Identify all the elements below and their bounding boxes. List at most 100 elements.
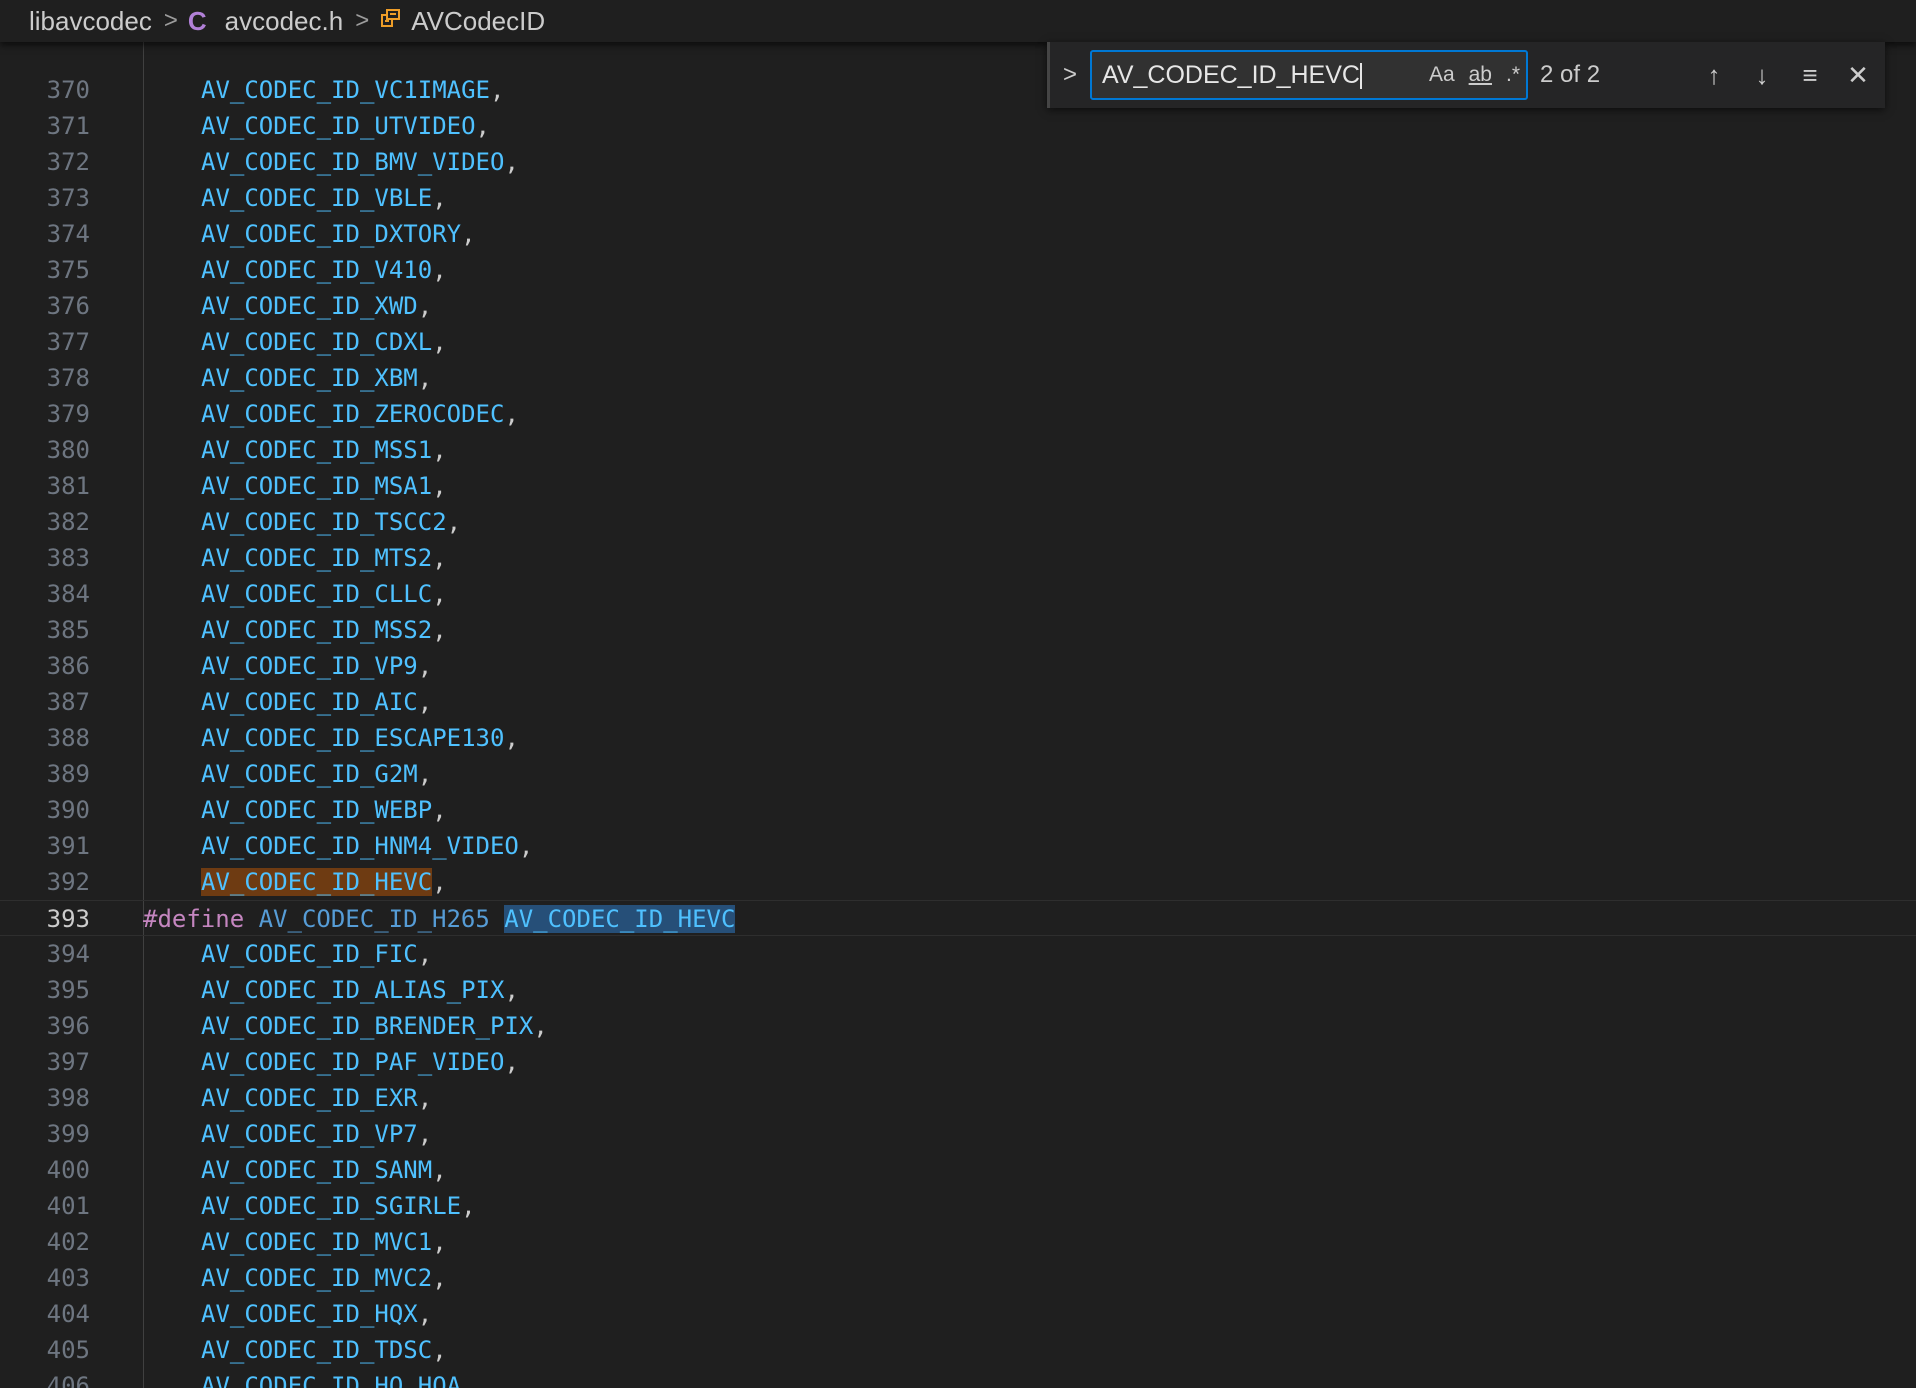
comma: , (417, 1084, 433, 1112)
previous-match-icon[interactable]: ↑ (1690, 55, 1738, 95)
code-text: AV_CODEC_ID_CDXL, (201, 324, 447, 360)
code-text: AV_CODEC_ID_G2M, (201, 756, 432, 792)
code-line: 377 AV_CODEC_ID_CDXL, (0, 324, 1916, 360)
code-line: 393 #define AV_CODEC_ID_H265 AV_CODEC_ID_… (0, 900, 1916, 936)
code-line: 402 AV_CODEC_ID_MVC1, (0, 1224, 1916, 1260)
code-text: AV_CODEC_ID_VBLE, (201, 180, 447, 216)
line-number: 372 (46, 148, 90, 176)
code-line: 382 AV_CODEC_ID_TSCC2, (0, 504, 1916, 540)
line-number: 395 (46, 976, 90, 1004)
comma: , (417, 364, 433, 392)
code-line: 384 AV_CODEC_ID_CLLC, (0, 576, 1916, 612)
code-line: 381 AV_CODEC_ID_MSA1, (0, 468, 1916, 504)
close-icon[interactable]: ✕ (1834, 55, 1882, 95)
code-text: AV_CODEC_ID_MSS2, (201, 612, 447, 648)
comma: , (432, 472, 447, 500)
comma: , (417, 1300, 433, 1328)
code-text: AV_CODEC_ID_DXTORY, (201, 216, 476, 252)
line-number: 389 (46, 760, 90, 788)
next-match-icon[interactable]: ↓ (1738, 55, 1786, 95)
enum-identifier: AV_CODEC_ID_XBM (201, 364, 418, 392)
line-number: 375 (46, 256, 90, 284)
code-text: AV_CODEC_ID_EXR, (201, 1080, 432, 1116)
code-text: AV_CODEC_ID_TSCC2, (201, 504, 461, 540)
find-input[interactable]: AV_CODEC_ID_HEVC Aa ab .* (1090, 50, 1528, 100)
comma: , (417, 292, 433, 320)
find-in-selection-icon[interactable]: ≡ (1786, 55, 1834, 95)
breadcrumb-folder[interactable]: libavcodec (29, 6, 152, 37)
code-line: 394 AV_CODEC_ID_FIC, (0, 936, 1916, 972)
comma: , (432, 580, 447, 608)
line-number: 384 (46, 580, 90, 608)
code-text: AV_CODEC_ID_AIC, (201, 684, 432, 720)
line-number: 401 (46, 1192, 90, 1220)
code-text: AV_CODEC_ID_VP7, (201, 1116, 432, 1152)
enum-identifier: AV_CODEC_ID_UTVIDEO (201, 112, 476, 140)
code-text: AV_CODEC_ID_TDSC, (201, 1332, 447, 1368)
preprocessor-keyword: #define (143, 905, 245, 933)
comma: , (461, 220, 476, 248)
use-regex-icon[interactable]: .* (1506, 63, 1520, 87)
code-text: AV_CODEC_ID_MVC2, (201, 1260, 447, 1296)
line-number: 388 (46, 724, 90, 752)
find-input-text: AV_CODEC_ID_HEVC (1102, 61, 1415, 90)
line-number: 378 (46, 364, 90, 392)
code-line: 375 AV_CODEC_ID_V410, (0, 252, 1916, 288)
enum-identifier: AV_CODEC_ID_HQ_HQA (201, 1372, 462, 1388)
comma: , (504, 724, 519, 752)
enum-identifier: AV_CODEC_ID_ZEROCODEC (201, 400, 505, 428)
comma: , (432, 1336, 447, 1364)
enum-identifier: AV_CODEC_ID_VP7 (201, 1120, 418, 1148)
code-text: AV_CODEC_ID_ZEROCODEC, (201, 396, 519, 432)
match-whole-word-icon[interactable]: ab (1469, 63, 1492, 87)
line-number: 406 (46, 1372, 90, 1388)
comma: , (417, 652, 433, 680)
code-text: AV_CODEC_ID_MSA1, (201, 468, 447, 504)
enum-identifier: AV_CODEC_ID_SANM (201, 1156, 433, 1184)
enum-identifier: AV_CODEC_ID_MVC2 (201, 1264, 433, 1292)
enum-identifier: AV_CODEC_ID_FIC (201, 940, 418, 968)
code-line: 397 AV_CODEC_ID_PAF_VIDEO, (0, 1044, 1916, 1080)
line-number: 396 (46, 1012, 90, 1040)
code-editor[interactable]: 369AV_CODEC_ID_MVC2IMAGE,370AV_CODEC_ID_… (0, 42, 1916, 1388)
code-line: 374 AV_CODEC_ID_DXTORY, (0, 216, 1916, 252)
code-line: 400 AV_CODEC_ID_SANM, (0, 1152, 1916, 1188)
line-number: 398 (46, 1084, 90, 1112)
line-number: 370 (46, 76, 90, 104)
breadcrumb-symbol[interactable]: AVCodecID (379, 6, 545, 37)
comma: , (432, 1264, 447, 1292)
define-statement: #define AV_CODEC_ID_H265 AV_CODEC_ID_HEV… (143, 901, 736, 937)
code-line: 404 AV_CODEC_ID_HQX, (0, 1296, 1916, 1332)
enum-identifier: AV_CODEC_ID_G2M (201, 760, 418, 788)
line-number: 393 (46, 905, 90, 933)
comma: , (475, 112, 490, 140)
enum-identifier: AV_CODEC_ID_BRENDER_PIX (201, 1012, 534, 1040)
code-text: AV_CODEC_ID_ALIAS_PIX, (201, 972, 519, 1008)
comma: , (504, 1048, 519, 1076)
comma: , (417, 940, 433, 968)
line-number: 405 (46, 1336, 90, 1364)
enum-identifier: AV_CODEC_ID_VP9 (201, 652, 418, 680)
toggle-replace-chevron-icon[interactable]: > (1050, 61, 1090, 89)
code-line: 372 AV_CODEC_ID_BMV_VIDEO, (0, 144, 1916, 180)
code-text: AV_CODEC_ID_BRENDER_PIX, (201, 1008, 548, 1044)
code-text: AV_CODEC_ID_ESCAPE130, (201, 720, 519, 756)
code-text: AV_CODEC_ID_WEBP, (201, 792, 447, 828)
line-number: 380 (46, 436, 90, 464)
comma: , (504, 976, 519, 1004)
enum-identifier: AV_CODEC_ID_CLLC (201, 580, 433, 608)
code-line: 380 AV_CODEC_ID_MSS1, (0, 432, 1916, 468)
chevron-right-icon: > (163, 7, 178, 34)
code-text: AV_CODEC_ID_UTVIDEO, (201, 108, 490, 144)
breadcrumb: libavcodec > C avcodec.h > AVCodecID (0, 0, 1916, 42)
comma: , (461, 1192, 476, 1220)
enum-identifier: AV_CODEC_ID_XWD (201, 292, 418, 320)
code-text: AV_CODEC_ID_VP9, (201, 648, 432, 684)
code-text: AV_CODEC_ID_XWD, (201, 288, 432, 324)
comma: , (446, 508, 462, 536)
breadcrumb-file[interactable]: C avcodec.h (188, 6, 343, 37)
comma: , (533, 1012, 548, 1040)
match-case-icon[interactable]: Aa (1429, 63, 1455, 87)
line-number: 383 (46, 544, 90, 572)
comma: , (432, 1228, 447, 1256)
